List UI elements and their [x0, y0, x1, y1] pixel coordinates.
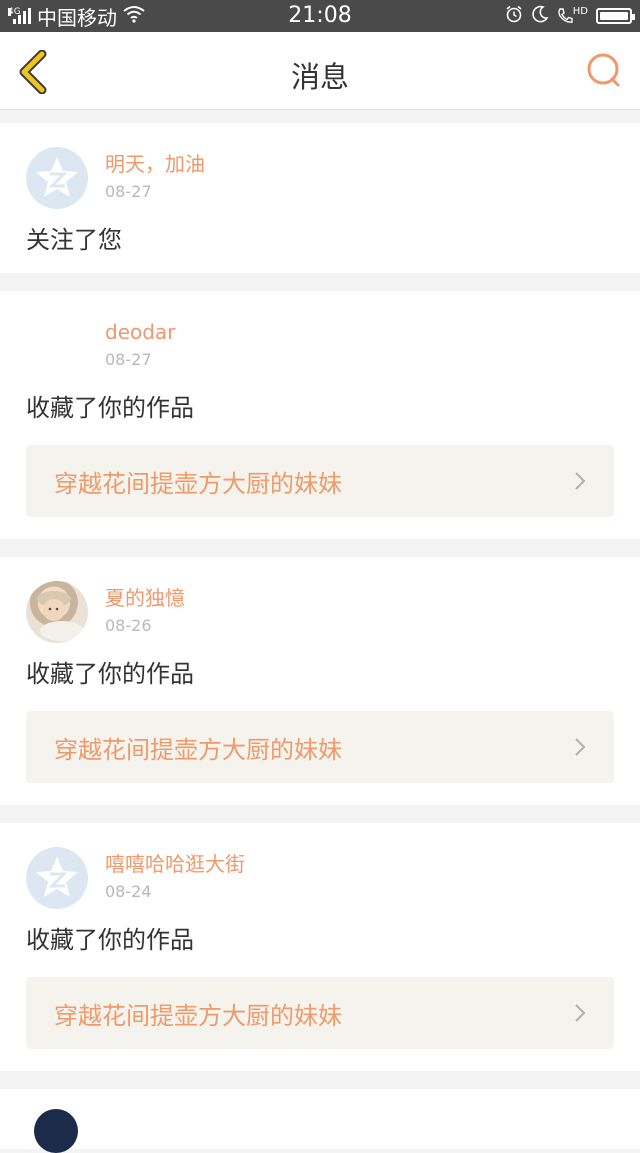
- notification-card: 嘻嘻哈哈逛大街 08-24 收藏了你的作品 穿越花间提壶方大厨的妹妹: [0, 823, 640, 1071]
- alarm-icon: [505, 5, 523, 27]
- username-link[interactable]: 夏的独憶: [105, 585, 185, 611]
- avatar[interactable]: [26, 147, 88, 209]
- notification-list: 明天，加油 08-27 关注了您 deodar 08-27 收藏了你的作品 穿越…: [0, 123, 640, 1153]
- chevron-right-icon: [575, 738, 586, 756]
- card-header: 嘻嘻哈哈逛大街 08-24: [26, 847, 614, 909]
- status-bar: 4G 中国移动 21:08 HD: [0, 0, 640, 32]
- moon-icon: [531, 5, 549, 27]
- avatar[interactable]: [26, 315, 88, 377]
- search-button[interactable]: [584, 50, 624, 90]
- notification-date: 08-24: [105, 882, 152, 901]
- notification-card: 夏的独憶 08-26 收藏了你的作品 穿越花间提壶方大厨的妹妹: [0, 557, 640, 805]
- avatar[interactable]: [34, 1109, 78, 1153]
- card-meta: 明天，加油 08-27: [105, 147, 205, 202]
- avatar[interactable]: [26, 581, 88, 643]
- avatar[interactable]: [26, 847, 88, 909]
- chevron-right-icon: [575, 1004, 586, 1022]
- hd-label: HD: [572, 6, 588, 17]
- notification-card: deodar 08-27 收藏了你的作品 穿越花间提壶方大厨的妹妹: [0, 291, 640, 539]
- card-header: deodar 08-27: [26, 315, 614, 377]
- nav-bar: 消息: [0, 32, 640, 110]
- action-text: 收藏了你的作品: [26, 660, 194, 688]
- qq-default-avatar-icon: [36, 857, 78, 897]
- search-icon: [587, 53, 620, 87]
- work-link[interactable]: 穿越花间提壶方大厨的妹妹: [26, 711, 614, 783]
- baby-photo-avatar: [37, 591, 84, 641]
- username-link[interactable]: 嘻嘻哈哈逛大街: [105, 851, 245, 877]
- volte-hd-icon: HD: [557, 7, 588, 25]
- page-title: 消息: [290, 60, 349, 94]
- action-text: 收藏了你的作品: [26, 394, 194, 422]
- notification-date: 08-27: [105, 182, 152, 201]
- notification-card: 明天，加油 08-27 关注了您: [0, 123, 640, 273]
- work-link[interactable]: 穿越花间提壶方大厨的妹妹: [26, 977, 614, 1049]
- card-meta: 嘻嘻哈哈逛大街 08-24: [105, 847, 245, 902]
- work-title: 穿越花间提壶方大厨的妹妹: [54, 735, 342, 764]
- work-link[interactable]: 穿越花间提壶方大厨的妹妹: [26, 445, 614, 517]
- username-link[interactable]: 明天，加油: [105, 151, 205, 177]
- battery-icon: [596, 8, 635, 24]
- action-text: 收藏了你的作品: [26, 926, 194, 954]
- work-title: 穿越花间提壶方大厨的妹妹: [54, 469, 342, 498]
- chevron-right-icon: [575, 472, 586, 490]
- username-link[interactable]: deodar: [105, 319, 175, 345]
- card-header: 夏的独憶 08-26: [26, 581, 614, 643]
- action-text: 关注了您: [26, 226, 122, 254]
- card-meta: deodar 08-27: [105, 315, 175, 370]
- notification-date: 08-27: [105, 350, 152, 369]
- work-title: 穿越花间提壶方大厨的妹妹: [54, 1001, 342, 1030]
- qq-default-avatar-icon: [36, 157, 78, 197]
- notification-card-partial: [0, 1089, 640, 1153]
- status-right: HD: [505, 0, 635, 32]
- notification-date: 08-26: [105, 616, 152, 635]
- card-header: 明天，加油 08-27: [26, 147, 614, 209]
- card-meta: 夏的独憶 08-26: [105, 581, 185, 636]
